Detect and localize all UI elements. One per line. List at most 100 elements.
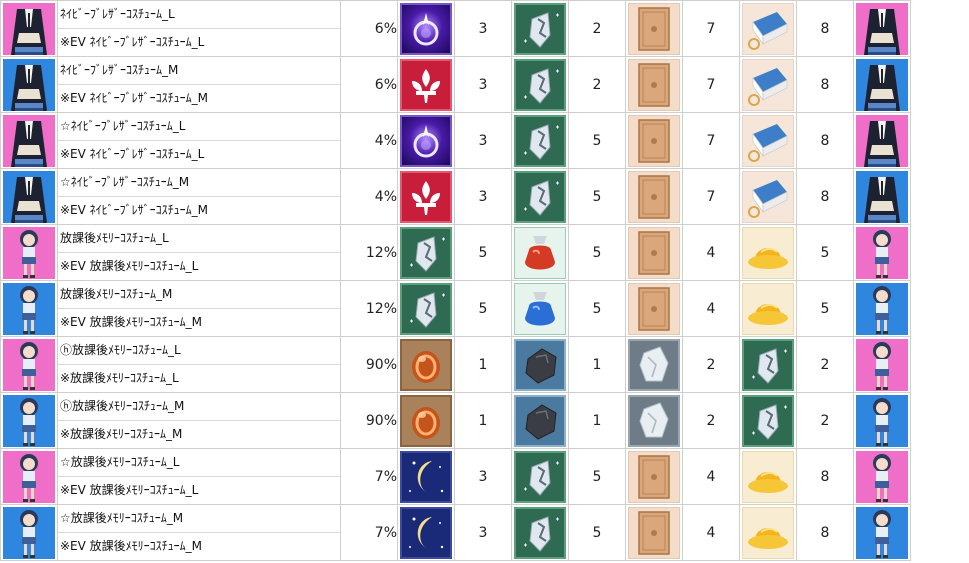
avatar-cell [0, 56, 58, 113]
material-cell [625, 112, 683, 169]
material-quantity: 8 [796, 112, 854, 169]
material-quantity: 4 [682, 504, 740, 561]
blazer-costume-icon [3, 58, 55, 111]
silver-shard-icon [400, 226, 452, 279]
scroll-icon [628, 226, 680, 279]
silver-shard-icon [514, 2, 566, 55]
memory-costume-icon [856, 450, 908, 503]
costume-name: ﾈｲﾋﾞｰﾌﾞﾚｻﾞｰｺｽﾁｭｰﾑ_M [58, 57, 340, 85]
fleur-de-lis-icon [400, 58, 452, 111]
yellow-hat-icon [742, 450, 794, 503]
material-quantity: 5 [796, 224, 854, 281]
material-cell [739, 56, 797, 113]
red-gem-pouch-icon [514, 226, 566, 279]
scroll-icon [628, 2, 680, 55]
material-cell [739, 336, 797, 393]
memory-costume-icon [856, 338, 908, 391]
material-quantity: 8 [796, 168, 854, 225]
material-quantity: 3 [454, 56, 512, 113]
result-cell [853, 168, 911, 225]
scroll-icon [628, 170, 680, 223]
avatar-cell [0, 504, 58, 561]
costume-name: ☆ﾈｲﾋﾞｰﾌﾞﾚｻﾞｰｺｽﾁｭｰﾑ_L [58, 113, 340, 141]
memory-costume-icon [3, 394, 55, 447]
material-cell [511, 224, 569, 281]
recipe-row: ⓗ放課後ﾒﾓﾘｰｺｽﾁｭｰﾑ_M ※放課後ﾒﾓﾘｰｺｽﾁｭｰﾑ_M 90% 1 1 2 2 [0, 392, 969, 449]
material-quantity: 5 [568, 504, 626, 561]
costume-name: ⓗ放課後ﾒﾓﾘｰｺｽﾁｭｰﾑ_L [58, 337, 340, 365]
name-cell: ﾈｲﾋﾞｰﾌﾞﾚｻﾞｰｺｽﾁｭｰﾑ_L ※EV ﾈｲﾋﾞｰﾌﾞﾚｻﾞｰｺｽﾁｭｰﾑ… [57, 0, 341, 57]
material-cell [511, 168, 569, 225]
material-cell [397, 448, 455, 505]
material-cell [739, 224, 797, 281]
costume-source-name: ※EV 放課後ﾒﾓﾘｰｺｽﾁｭｰﾑ_M [60, 539, 203, 553]
book-icon [742, 114, 794, 167]
material-cell [511, 280, 569, 337]
material-cell [625, 448, 683, 505]
avatar-cell [0, 448, 58, 505]
material-quantity: 5 [568, 448, 626, 505]
dark-stone-icon [514, 338, 566, 391]
material-cell [397, 336, 455, 393]
memory-costume-icon [3, 450, 55, 503]
material-quantity: 5 [454, 224, 512, 281]
material-cell [625, 56, 683, 113]
success-rate: 90% [340, 392, 398, 449]
result-cell [853, 280, 911, 337]
silver-shard-icon [400, 282, 452, 335]
memory-costume-icon [856, 226, 908, 279]
blazer-costume-icon [3, 2, 55, 55]
name-cell: 放課後ﾒﾓﾘｰｺｽﾁｭｰﾑ_M ※EV 放課後ﾒﾓﾘｰｺｽﾁｭｰﾑ_M [57, 280, 341, 337]
blazer-costume-icon [856, 58, 908, 111]
material-cell [397, 0, 455, 57]
avatar-cell [0, 0, 58, 57]
costume-source-name: ※放課後ﾒﾓﾘｰｺｽﾁｭｰﾑ_M [60, 427, 183, 441]
result-cell [853, 224, 911, 281]
material-quantity: 7 [682, 168, 740, 225]
costume-name: 放課後ﾒﾓﾘｰｺｽﾁｭｰﾑ_L [58, 225, 340, 253]
material-cell [739, 0, 797, 57]
avatar-cell [0, 168, 58, 225]
recipe-row: 放課後ﾒﾓﾘｰｺｽﾁｭｰﾑ_M ※EV 放課後ﾒﾓﾘｰｺｽﾁｭｰﾑ_M 12% 5 5 4… [0, 280, 969, 337]
costume-source-name: ※EV 放課後ﾒﾓﾘｰｺｽﾁｭｰﾑ_M [60, 315, 203, 329]
material-quantity: 3 [454, 448, 512, 505]
material-cell [511, 112, 569, 169]
costume-name: ☆放課後ﾒﾓﾘｰｺｽﾁｭｰﾑ_M [58, 505, 340, 533]
name-cell: ﾈｲﾋﾞｰﾌﾞﾚｻﾞｰｺｽﾁｭｰﾑ_M ※EV ﾈｲﾋﾞｰﾌﾞﾚｻﾞｰｺｽﾁｭｰﾑ… [57, 56, 341, 113]
material-quantity: 5 [568, 280, 626, 337]
purple-orb-icon [400, 114, 452, 167]
material-cell [511, 448, 569, 505]
material-cell [511, 336, 569, 393]
material-cell [625, 336, 683, 393]
recipe-row: ⓗ放課後ﾒﾓﾘｰｺｽﾁｭｰﾑ_L ※放課後ﾒﾓﾘｰｺｽﾁｭｰﾑ_L 90% 1 1 2 2 [0, 336, 969, 393]
costume-name: 放課後ﾒﾓﾘｰｺｽﾁｭｰﾑ_M [58, 281, 340, 309]
blazer-costume-icon [3, 114, 55, 167]
name-cell: ☆ﾈｲﾋﾞｰﾌﾞﾚｻﾞｰｺｽﾁｭｰﾑ_L ※EV ﾈｲﾋﾞｰﾌﾞﾚｻﾞｰｺｽﾁｭｰ… [57, 112, 341, 169]
book-icon [742, 2, 794, 55]
blazer-costume-icon [856, 2, 908, 55]
material-cell [739, 168, 797, 225]
material-cell [511, 0, 569, 57]
book-icon [742, 58, 794, 111]
material-cell [511, 392, 569, 449]
scroll-icon [628, 450, 680, 503]
material-cell [397, 504, 455, 561]
crystal-icon [628, 394, 680, 447]
material-quantity: 1 [568, 392, 626, 449]
material-cell [511, 56, 569, 113]
yellow-hat-icon [742, 226, 794, 279]
recipe-table: ﾈｲﾋﾞｰﾌﾞﾚｻﾞｰｺｽﾁｭｰﾑ_L ※EV ﾈｲﾋﾞｰﾌﾞﾚｻﾞｰｺｽﾁｭｰﾑ… [0, 0, 969, 561]
silver-shard-icon [742, 394, 794, 447]
memory-costume-icon [3, 226, 55, 279]
recipe-row: ☆放課後ﾒﾓﾘｰｺｽﾁｭｰﾑ_L ※EV 放課後ﾒﾓﾘｰｺｽﾁｭｰﾑ_L 7% 3 5 4… [0, 448, 969, 505]
recipe-row: 放課後ﾒﾓﾘｰｺｽﾁｭｰﾑ_L ※EV 放課後ﾒﾓﾘｰｺｽﾁｭｰﾑ_L 12% 5 5 4… [0, 224, 969, 281]
material-quantity: 8 [796, 448, 854, 505]
material-quantity: 2 [682, 392, 740, 449]
success-rate: 6% [340, 0, 398, 57]
material-quantity: 3 [454, 0, 512, 57]
material-quantity: 3 [454, 112, 512, 169]
costume-name: ﾈｲﾋﾞｰﾌﾞﾚｻﾞｰｺｽﾁｭｰﾑ_L [58, 1, 340, 29]
memory-costume-icon [3, 506, 55, 559]
recipe-row: ﾈｲﾋﾞｰﾌﾞﾚｻﾞｰｺｽﾁｭｰﾑ_L ※EV ﾈｲﾋﾞｰﾌﾞﾚｻﾞｰｺｽﾁｭｰﾑ… [0, 0, 969, 57]
material-cell [739, 448, 797, 505]
